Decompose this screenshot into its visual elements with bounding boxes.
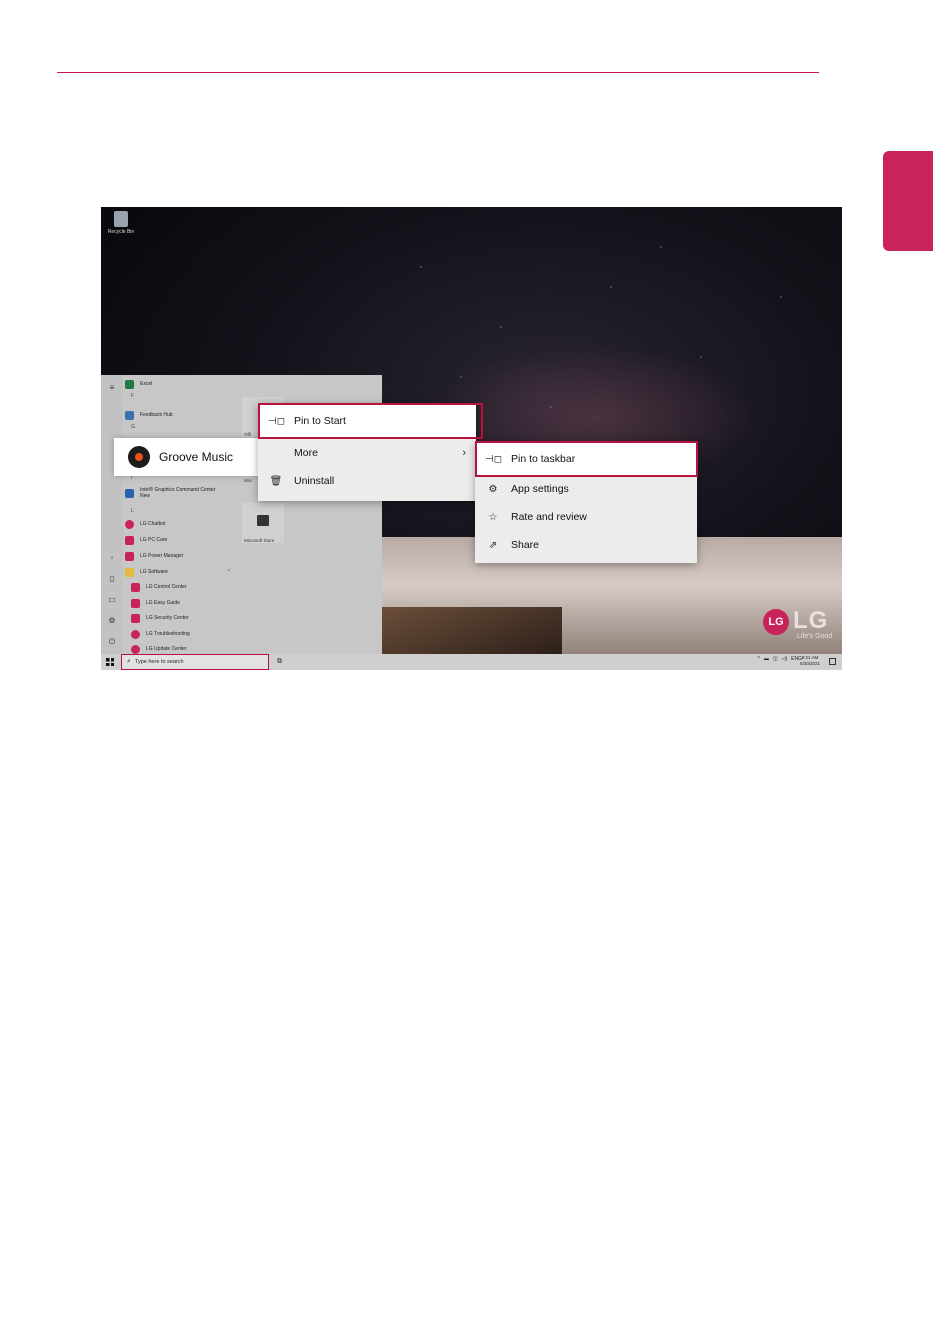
lg-control-center-icon — [131, 582, 140, 592]
pin-to-taskbar-outline — [475, 441, 698, 477]
clock-date: 5/30/2021 — [799, 661, 820, 666]
letter-header[interactable]: F — [131, 393, 134, 399]
intel-graphics-icon — [125, 489, 134, 498]
star-icon: ☆ — [488, 511, 498, 523]
groove-music-entry[interactable]: Groove Music — [114, 438, 262, 476]
lg-tagline: Life's Good — [797, 633, 833, 640]
taskbar-search-box[interactable]: ⌕ Type here to search — [121, 654, 269, 670]
search-placeholder: Type here to search — [134, 659, 184, 665]
clock[interactable]: 8:21 AM 5/30/2021 — [800, 655, 820, 667]
app-label: Excel — [140, 381, 153, 387]
menu-item-more[interactable]: More › — [258, 439, 476, 467]
groove-music-label: Groove Music — [159, 450, 234, 464]
excel-icon — [125, 379, 134, 389]
volume-icon[interactable]: ◁) — [782, 656, 788, 662]
task-view-icon[interactable]: ⧉ — [277, 658, 282, 666]
list-item[interactable]: LG Software ⌃ — [125, 565, 231, 579]
gear-icon: ⚙ — [488, 483, 498, 495]
network-icon[interactable]: ◫ — [773, 656, 778, 662]
list-item[interactable]: LG PC Care — [125, 533, 167, 547]
chapter-side-tab — [883, 151, 933, 251]
menu-item-app-settings[interactable]: ⚙ App settings — [475, 475, 697, 503]
header-rule — [57, 72, 819, 73]
list-item[interactable]: LG Chatbot — [125, 517, 166, 531]
chevron-right-icon: › — [462, 447, 466, 459]
app-sublabel: New — [140, 493, 151, 499]
documents-icon[interactable]: ▯ — [107, 574, 117, 584]
chevron-up-icon[interactable]: ^ — [758, 656, 760, 662]
folder-icon — [125, 567, 134, 577]
lg-troubleshooting-icon — [131, 629, 140, 639]
recycle-bin[interactable]: Recycle Bin — [107, 211, 135, 235]
pin-to-start-outline — [258, 403, 483, 439]
hamburger-icon[interactable]: ≡ — [107, 383, 117, 393]
lg-chatbot-icon — [125, 519, 134, 529]
list-item[interactable]: LG Security Center — [131, 611, 189, 625]
menu-item-rate-and-review[interactable]: ☆ Rate and review — [475, 503, 697, 531]
app-label: LG PC Care — [140, 537, 168, 543]
app-label: LG Easy Guide — [146, 600, 180, 606]
store-bag-icon — [257, 515, 269, 526]
pictures-icon[interactable]: ▭ — [107, 595, 117, 605]
list-item[interactable]: LG Troubleshooting — [131, 627, 190, 641]
lg-pc-care-icon — [125, 535, 134, 545]
settings-icon[interactable]: ⚙ — [107, 616, 117, 626]
app-label: LG Chatbot — [140, 521, 166, 527]
user-icon[interactable]: ◦ — [107, 553, 117, 563]
menu-item-label: Share — [511, 539, 540, 551]
chevron-up-icon: ⌃ — [226, 569, 231, 575]
search-icon: ⌕ — [127, 658, 131, 665]
menu-item-uninstall[interactable]: 🗑 Uninstall — [258, 467, 476, 495]
windows-start-icon[interactable] — [106, 658, 114, 666]
battery-icon[interactable]: ▬ — [764, 656, 769, 662]
app-label: LG Software — [140, 569, 168, 575]
lg-security-center-icon — [131, 613, 140, 623]
power-icon[interactable]: ⏻ — [107, 637, 117, 647]
tile-label: Microsoft Store — [244, 538, 275, 543]
recycle-bin-icon — [114, 211, 128, 227]
menu-item-label: App settings — [511, 483, 569, 495]
menu-item-label: Rate and review — [511, 511, 587, 523]
feedback-hub-icon — [125, 410, 134, 420]
tile-microsoft-store[interactable] — [242, 503, 284, 543]
lg-easy-guide-icon — [131, 598, 140, 608]
app-label: LG Troubleshooting — [146, 631, 190, 637]
app-label: LG Security Center — [146, 615, 189, 621]
recycle-bin-label: Recycle Bin — [107, 229, 135, 235]
lg-power-manager-icon — [125, 551, 134, 561]
lg-logo-text: LG — [793, 607, 829, 634]
groove-music-icon — [128, 446, 150, 468]
menu-item-label: More — [294, 447, 318, 459]
app-label-group: Intel® Graphics Command Center New — [140, 487, 215, 499]
lg-update-center-icon — [131, 644, 140, 654]
app-label: LG Update Center — [146, 646, 187, 652]
screenshot-desktop: Recycle Bin LG LG Life's Good ≡ ◦ ▯ ▭ ⚙ … — [101, 207, 842, 670]
app-label: LG Control Center — [146, 584, 187, 590]
list-item[interactable]: Excel — [125, 377, 152, 391]
wallpaper-pier — [382, 607, 562, 657]
trash-icon: 🗑 — [269, 475, 283, 487]
list-item[interactable]: LG Easy Guide — [131, 596, 180, 610]
lg-brand-logo: LG LG Life's Good — [763, 607, 842, 647]
list-item[interactable]: Intel® Graphics Command Center New — [125, 487, 215, 505]
app-label: LG Power Manager — [140, 553, 184, 559]
app-label: Intel® Graphics Command Center — [140, 487, 216, 493]
letter-header[interactable]: G — [131, 424, 135, 430]
list-item[interactable]: Feedback Hub — [125, 408, 173, 422]
app-label: Feedback Hub — [140, 412, 173, 418]
taskbar: ⌕ Type here to search ⧉ ^ ▬ ◫ ◁) ENG 8:2… — [101, 654, 842, 670]
list-item[interactable]: LG Power Manager — [125, 549, 183, 563]
start-rail: ≡ ◦ ▯ ▭ ⚙ ⏻ — [101, 375, 123, 655]
list-item[interactable]: LG Control Center — [131, 580, 187, 594]
system-tray: ^ ▬ ◫ ◁) ENG — [758, 656, 802, 662]
letter-header[interactable]: L — [131, 508, 134, 514]
menu-item-label: Uninstall — [294, 475, 335, 487]
menu-item-share[interactable]: ⇗ Share — [475, 531, 697, 559]
tile-label: Micr — [244, 478, 253, 483]
lg-logo-mark: LG — [763, 609, 789, 635]
notification-icon[interactable] — [829, 658, 836, 665]
share-icon: ⇗ — [488, 539, 498, 551]
tile-label: Offi — [244, 432, 251, 437]
